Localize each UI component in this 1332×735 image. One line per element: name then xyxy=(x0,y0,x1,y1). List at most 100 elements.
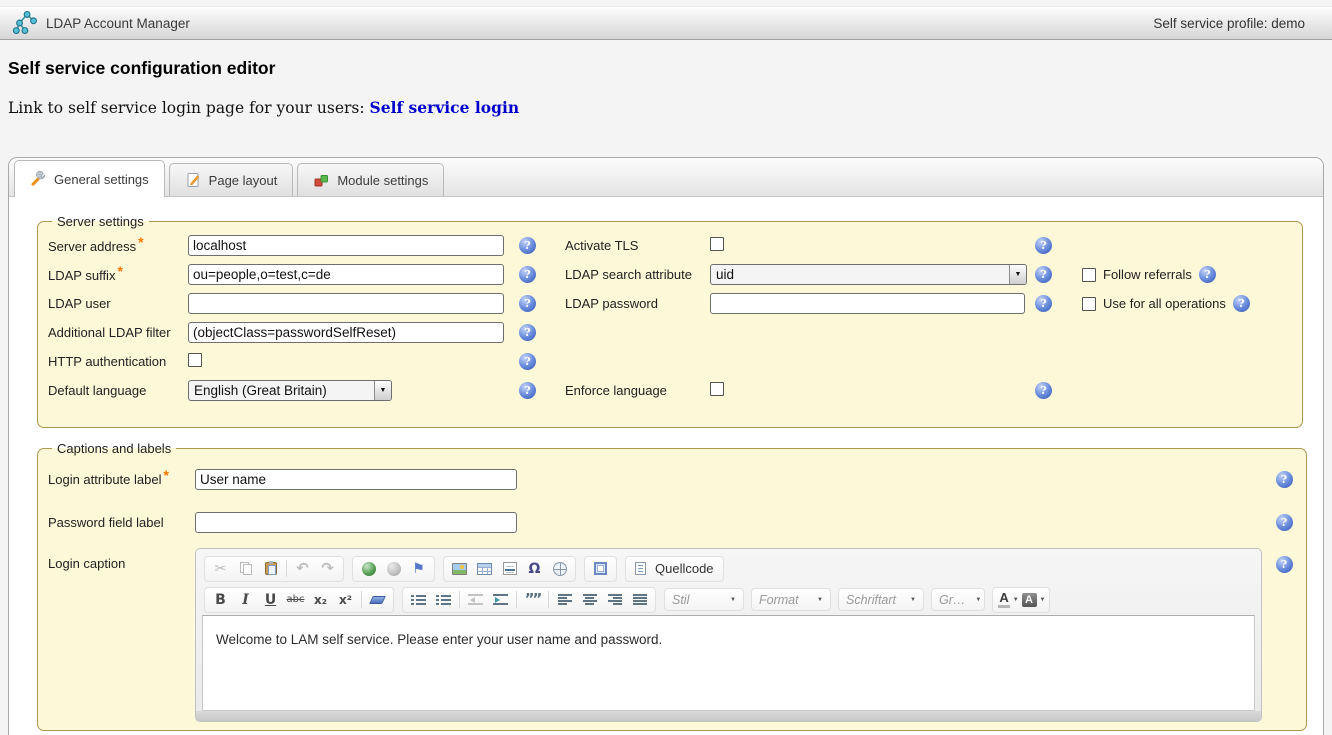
follow-referrals-checkbox[interactable] xyxy=(1082,268,1096,282)
text-color-icon: A xyxy=(998,591,1009,608)
help-icon[interactable]: ? xyxy=(519,353,536,370)
profile-label: Self service profile: demo xyxy=(1153,16,1305,31)
lam-logo-icon xyxy=(12,9,40,37)
align-center-button[interactable] xyxy=(577,588,602,612)
server-address-input[interactable] xyxy=(188,235,504,256)
ldap-search-attribute-select[interactable]: uid ▼ xyxy=(710,264,1027,285)
bullet-list-button[interactable] xyxy=(431,588,456,612)
additional-filter-label: Additional LDAP filter xyxy=(48,325,188,340)
ldap-suffix-input[interactable] xyxy=(188,264,504,285)
text-color-button[interactable]: A▼ xyxy=(996,588,1021,612)
tab-strip: General settings Page layout Module sett… xyxy=(9,158,1323,197)
styles-dropdown[interactable]: Stil▼ xyxy=(664,588,744,611)
align-right-button[interactable] xyxy=(602,588,627,612)
blockquote-button[interactable]: ”” xyxy=(520,588,545,612)
iframe-button[interactable] xyxy=(547,557,572,581)
help-icon[interactable]: ? xyxy=(1276,514,1293,531)
font-size-dropdown[interactable]: Gr…▼ xyxy=(931,588,985,611)
tab-module-settings[interactable]: Module settings xyxy=(297,163,444,196)
indent-button[interactable] xyxy=(488,588,513,612)
remove-format-button[interactable] xyxy=(365,588,390,612)
cut-button[interactable]: ✂ xyxy=(208,557,233,581)
help-icon[interactable]: ? xyxy=(1276,556,1293,573)
login-attribute-input[interactable] xyxy=(195,469,517,490)
source-button[interactable]: Quellcode xyxy=(629,557,720,581)
superscript-button[interactable]: x² xyxy=(333,588,358,612)
help-icon[interactable]: ? xyxy=(1035,237,1052,254)
source-group: Quellcode xyxy=(625,556,724,582)
indent-icon xyxy=(493,594,508,606)
ldap-password-label: LDAP password xyxy=(565,296,710,311)
enforce-language-checkbox[interactable] xyxy=(710,382,724,396)
copy-button[interactable] xyxy=(233,557,258,581)
clipboard-group: ✂ ↶ ↷ xyxy=(204,556,344,582)
anchor-button[interactable]: ⚑ xyxy=(406,557,431,581)
undo-icon: ↶ xyxy=(296,561,309,576)
chevron-down-icon[interactable]: ▼ xyxy=(1009,265,1026,284)
numbered-list-button[interactable] xyxy=(406,588,431,612)
subscript-button[interactable]: x₂ xyxy=(308,588,333,612)
help-icon[interactable]: ? xyxy=(519,237,536,254)
help-icon[interactable]: ? xyxy=(1035,266,1052,283)
align-left-button[interactable] xyxy=(552,588,577,612)
font-dropdown[interactable]: Schriftart▼ xyxy=(838,588,924,611)
self-service-login-link[interactable]: Self service login xyxy=(370,98,520,117)
horizontal-rule-button[interactable] xyxy=(497,557,522,581)
chevron-down-icon: ▼ xyxy=(910,597,916,603)
bold-button[interactable]: B xyxy=(208,588,233,612)
horizontal-rule-icon xyxy=(503,562,517,575)
help-icon[interactable]: ? xyxy=(1199,266,1216,283)
maximize-group xyxy=(584,556,617,582)
additional-filter-input[interactable] xyxy=(188,322,504,343)
editor-content-area[interactable]: Welcome to LAM self service. Please ente… xyxy=(202,615,1255,711)
paragraph-group: ”” xyxy=(402,587,656,613)
ldap-user-input[interactable] xyxy=(188,293,504,314)
align-justify-button[interactable] xyxy=(627,588,652,612)
italic-button[interactable]: I xyxy=(233,588,258,612)
required-marker-icon: * xyxy=(163,467,168,483)
server-settings-fieldset: Server settings Server address* ? Activa… xyxy=(37,214,1303,428)
help-icon[interactable]: ? xyxy=(519,324,536,341)
strikethrough-button[interactable]: abc xyxy=(283,588,308,612)
tab-label: General settings xyxy=(54,172,149,187)
undo-button[interactable]: ↶ xyxy=(290,557,315,581)
password-field-input[interactable] xyxy=(195,512,517,533)
help-icon[interactable]: ? xyxy=(1233,295,1250,312)
help-icon[interactable]: ? xyxy=(1276,471,1293,488)
copy-icon xyxy=(240,562,252,575)
page-pencil-icon xyxy=(185,172,201,188)
help-icon[interactable]: ? xyxy=(519,295,536,312)
tab-general-settings[interactable]: General settings xyxy=(14,160,165,197)
outdent-button[interactable] xyxy=(463,588,488,612)
format-dropdown[interactable]: Format▼ xyxy=(751,588,831,611)
redo-button[interactable]: ↷ xyxy=(315,557,340,581)
default-language-select[interactable]: English (Great Britain) ▼ xyxy=(188,380,392,401)
ldap-search-attribute-label: LDAP search attribute xyxy=(565,267,710,282)
captions-legend: Captions and labels xyxy=(52,441,176,456)
ldap-password-input[interactable] xyxy=(710,293,1025,314)
http-auth-checkbox[interactable] xyxy=(188,353,202,367)
help-icon[interactable]: ? xyxy=(519,266,536,283)
activate-tls-checkbox[interactable] xyxy=(710,237,724,251)
link-button[interactable] xyxy=(356,557,381,581)
chevron-down-icon[interactable]: ▼ xyxy=(374,381,391,400)
use-all-operations-checkbox[interactable] xyxy=(1082,297,1096,311)
toolbar-separator xyxy=(286,560,287,577)
maximize-button[interactable] xyxy=(588,557,613,581)
help-icon[interactable]: ? xyxy=(1035,295,1052,312)
insert-image-button[interactable] xyxy=(447,557,472,581)
bg-color-button[interactable]: A▼ xyxy=(1021,588,1046,612)
wrench-icon xyxy=(30,171,46,187)
outdent-icon xyxy=(468,594,483,606)
unlink-button[interactable] xyxy=(381,557,406,581)
top-bar: LDAP Account Manager Self service profil… xyxy=(0,6,1332,40)
modules-cubes-icon xyxy=(313,172,329,188)
ldap-user-label: LDAP user xyxy=(48,296,188,311)
special-char-button[interactable]: Ω xyxy=(522,557,547,581)
tab-page-layout[interactable]: Page layout xyxy=(169,163,294,196)
underline-button[interactable]: U xyxy=(258,588,283,612)
paste-button[interactable] xyxy=(258,557,283,581)
help-icon[interactable]: ? xyxy=(519,382,536,399)
insert-table-button[interactable] xyxy=(472,557,497,581)
help-icon[interactable]: ? xyxy=(1035,382,1052,399)
